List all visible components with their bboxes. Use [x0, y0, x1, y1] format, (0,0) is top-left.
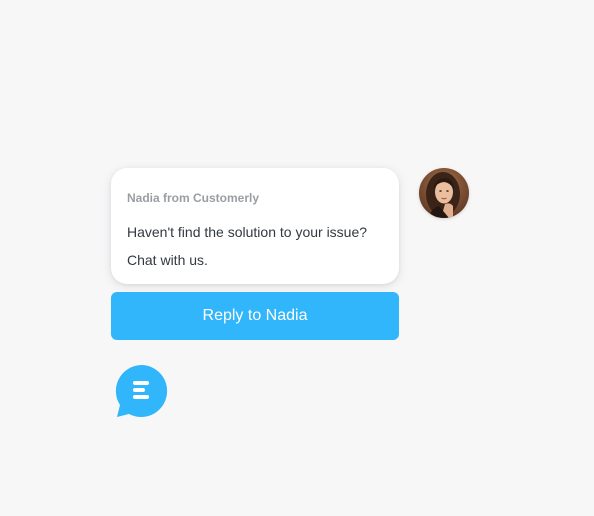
agent-avatar-photo: [419, 168, 469, 218]
message-text: Haven't find the solution to your issue?…: [127, 218, 383, 274]
sender-name: Nadia from Customerly: [127, 191, 260, 205]
agent-avatar[interactable]: [419, 168, 469, 218]
chat-launcher-button[interactable]: [114, 364, 168, 418]
reply-button[interactable]: Reply to Nadia: [111, 292, 399, 340]
message-line: Haven't find the solution to your issue?: [127, 224, 368, 240]
chat-bubble-icon: [115, 364, 168, 417]
message-line: Chat with us.: [127, 252, 208, 268]
chat-message-card[interactable]: Nadia from Customerly Haven't find the s…: [111, 168, 399, 284]
